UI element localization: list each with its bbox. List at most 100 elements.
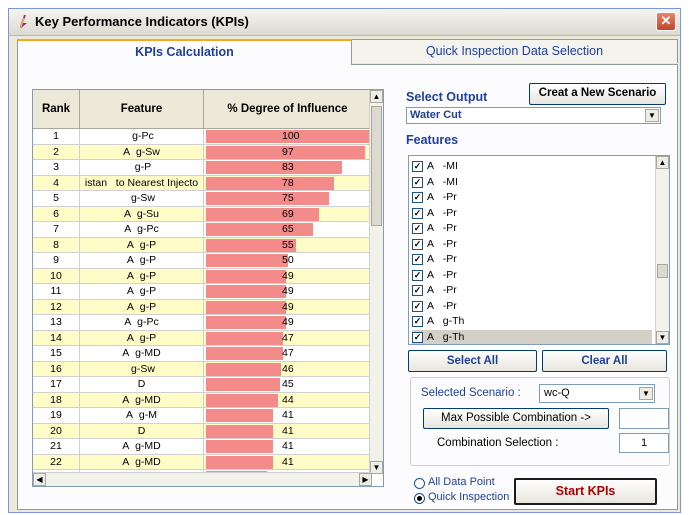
feature-list-item[interactable]: ✓ A -Pr xyxy=(412,221,652,237)
rank-cell: 13 xyxy=(33,315,80,331)
grid-vertical-scrollbar[interactable]: ▲ ▼ xyxy=(369,90,383,474)
header-rank[interactable]: Rank xyxy=(33,90,80,128)
table-row[interactable]: 16 g-Sw 46 xyxy=(33,361,372,377)
feature-list-item[interactable]: ✓ A -MI xyxy=(412,175,652,191)
influence-value: 75 xyxy=(282,192,294,204)
feature-cell: A g-Su xyxy=(80,206,204,222)
influence-value: 50 xyxy=(282,254,294,266)
table-row[interactable]: 14 A g-P 47 xyxy=(33,330,372,346)
feature-cell: A g-M xyxy=(80,408,204,424)
checkbox-checked-icon[interactable]: ✓ xyxy=(412,269,423,281)
table-row[interactable]: 8A g-P 55 xyxy=(33,237,372,253)
feature-list-item[interactable]: ✓ A g-Th xyxy=(412,314,652,330)
checkbox-checked-icon[interactable]: ✓ xyxy=(412,192,423,203)
table-row[interactable]: 3 g-P 83 xyxy=(33,160,372,176)
feature-list-item[interactable]: ✓ A g-Th xyxy=(412,329,652,344)
feature-list-item[interactable]: ✓ A -MI xyxy=(412,159,652,175)
table-row[interactable]: 12 A g-P 49 xyxy=(33,299,372,315)
influence-value: 78 xyxy=(282,176,294,189)
influence-value: 55 xyxy=(282,238,294,251)
table-row[interactable]: 7A g-Pc 65 xyxy=(33,222,372,238)
header-influence[interactable]: % Degree of Influence xyxy=(204,90,372,128)
checkbox-checked-icon[interactable]: ✓ xyxy=(412,254,423,265)
table-row[interactable]: 10 A g-P 49 xyxy=(33,268,372,284)
output-select[interactable]: Water Cut ▼ xyxy=(406,107,661,124)
clear-all-button[interactable]: Clear All xyxy=(542,350,667,372)
features-label: Features xyxy=(406,133,459,147)
table-row[interactable]: 20 D 41 xyxy=(33,423,372,439)
feature-list-item[interactable]: ✓ A -Pr xyxy=(412,237,652,253)
close-button[interactable]: ✕ xyxy=(656,12,676,31)
checkbox-checked-icon[interactable]: ✓ xyxy=(412,223,423,234)
feature-cell: A g-P xyxy=(80,330,204,346)
select-all-button[interactable]: Select All xyxy=(408,350,537,372)
feature-list-item[interactable]: ✓ A -Pr xyxy=(412,299,652,315)
influence-cell: 49 xyxy=(204,268,372,284)
influence-cell: 50 xyxy=(204,253,372,269)
start-kpis-button[interactable]: Start KPIs xyxy=(514,478,657,505)
close-icon: ✕ xyxy=(660,13,672,28)
table-row[interactable]: 18 A g-MD 44 xyxy=(33,392,372,408)
table-row[interactable]: 6A g-Su 69 xyxy=(33,206,372,222)
feature-list-item[interactable]: ✓ A -Pr xyxy=(412,190,652,206)
scroll-thumb[interactable] xyxy=(657,264,668,278)
checkbox-checked-icon[interactable]: ✓ xyxy=(412,238,423,250)
kpi-ranking-grid[interactable]: Rank Feature % Degree of Influence 1 g-P… xyxy=(32,89,384,487)
influence-value: 49 xyxy=(282,316,294,328)
checkbox-checked-icon[interactable]: ✓ xyxy=(412,161,423,172)
checkbox-checked-icon[interactable]: ✓ xyxy=(412,316,423,327)
feature-cell: A g-MD xyxy=(80,346,204,362)
table-row[interactable]: 5 g-Sw 75 xyxy=(33,191,372,207)
checkbox-checked-icon[interactable]: ✓ xyxy=(412,331,423,343)
scenario-select[interactable]: wc-Q ▼ xyxy=(539,384,655,403)
scroll-right-icon[interactable]: ▶ xyxy=(359,473,372,486)
feature-item-label: A -Pr xyxy=(427,284,457,296)
feature-list-item[interactable]: ✓ A -Pr xyxy=(412,283,652,299)
feature-cell: A g-Pc xyxy=(80,222,204,238)
table-row[interactable]: 13 A g-Pc 49 xyxy=(33,315,372,331)
combination-selection-input[interactable]: 1 xyxy=(619,433,669,453)
quick-inspection-radio[interactable] xyxy=(414,493,425,504)
checkbox-checked-icon[interactable]: ✓ xyxy=(412,285,423,296)
feature-item-label: A -Pr xyxy=(427,299,457,312)
chevron-down-icon[interactable]: ▼ xyxy=(645,109,659,122)
feature-list-item[interactable]: ✓ A -Pr xyxy=(412,206,652,222)
features-list[interactable]: ✓ A -MI ✓ A -MI ✓ A -Pr ✓ A -Pr ✓ A -Pr ✓ A -Pr ✓ A -… xyxy=(408,155,670,345)
chevron-down-icon[interactable]: ▼ xyxy=(639,387,653,400)
influence-cell: 83 xyxy=(204,160,372,176)
scroll-thumb[interactable] xyxy=(371,106,382,226)
table-row[interactable]: 1 g-Pc 100 xyxy=(33,129,372,145)
checkbox-checked-icon[interactable]: ✓ xyxy=(412,176,423,188)
scroll-left-icon[interactable]: ◀ xyxy=(33,473,46,486)
scroll-down-icon[interactable]: ▼ xyxy=(656,331,669,344)
scroll-up-icon[interactable]: ▲ xyxy=(370,90,383,103)
influence-cell: 44 xyxy=(204,392,372,408)
table-row[interactable]: 19 A g-M 41 xyxy=(33,408,372,424)
tab-quick-inspection[interactable]: Quick Inspection Data Selection xyxy=(351,39,678,63)
table-row[interactable]: 9A g-P 50 xyxy=(33,253,372,269)
grid-horizontal-scrollbar[interactable]: ◀ ▶ xyxy=(33,472,372,486)
features-scrollbar[interactable]: ▲ ▼ xyxy=(655,156,669,344)
table-row[interactable]: 21 A g-MD 41 xyxy=(33,439,372,455)
feature-item-label: A -MI xyxy=(427,175,458,188)
checkbox-checked-icon[interactable]: ✓ xyxy=(412,207,423,219)
scroll-up-icon[interactable]: ▲ xyxy=(656,156,669,169)
table-row[interactable]: 11 A g-P 49 xyxy=(33,284,372,300)
rank-cell: 16 xyxy=(33,361,80,377)
table-row[interactable]: 2A g-Sw 97 xyxy=(33,144,372,160)
checkbox-checked-icon[interactable]: ✓ xyxy=(412,300,423,312)
table-row[interactable]: 17 D 45 xyxy=(33,377,372,393)
feature-cell: A g-Sw xyxy=(80,144,204,160)
feature-item-label: A -Pr xyxy=(427,253,457,265)
table-row[interactable]: 15 A g-MD 47 xyxy=(33,346,372,362)
table-row[interactable]: 22 A g-MD 41 xyxy=(33,454,372,470)
all-data-point-radio[interactable] xyxy=(414,478,425,489)
tab-kpis-calculation[interactable]: KPIs Calculation xyxy=(17,39,352,65)
create-scenario-button[interactable]: Creat a New Scenario xyxy=(529,83,666,105)
feature-list-item[interactable]: ✓ A -Pr xyxy=(412,252,652,268)
feature-list-item[interactable]: ✓ A -Pr xyxy=(412,268,652,284)
influence-value: 83 xyxy=(282,161,294,173)
max-combination-button[interactable]: Max Possible Combination -> xyxy=(423,408,609,429)
header-feature[interactable]: Feature xyxy=(80,90,204,128)
table-row[interactable]: 4 istan to Nearest Injecto 78 xyxy=(33,175,372,191)
